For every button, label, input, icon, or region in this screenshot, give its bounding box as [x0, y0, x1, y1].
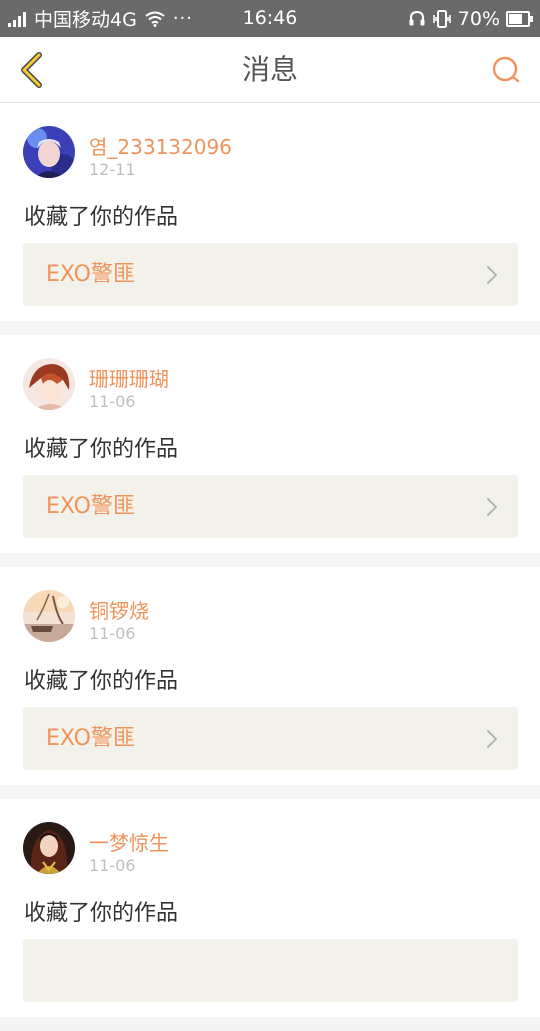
- user-name[interactable]: 铜锣烧: [89, 595, 149, 624]
- message-item[interactable]: 铜锣烧 11-06 收藏了你的作品 EXO警匪: [0, 567, 540, 785]
- message-date: 11-06: [89, 624, 136, 643]
- vibrate-icon: [432, 9, 452, 28]
- message-date: 12-11: [89, 160, 136, 179]
- message-text: 收藏了你的作品: [24, 669, 179, 694]
- message-list: 염_233132096 12-11 收藏了你的作品 EXO警匪 珊珊珊瑚 11-…: [0, 103, 540, 1031]
- work-link[interactable]: [23, 939, 518, 1002]
- search-icon: [492, 56, 520, 83]
- back-button[interactable]: [12, 50, 52, 90]
- chevron-right-icon: [487, 266, 498, 284]
- user-name[interactable]: 珊珊珊瑚: [89, 363, 169, 392]
- avatar[interactable]: [23, 358, 75, 410]
- message-date: 11-06: [89, 392, 136, 411]
- work-title: EXO警匪: [46, 494, 135, 519]
- avatar[interactable]: [23, 822, 75, 874]
- chevron-right-icon: [487, 730, 498, 748]
- chevron-right-icon: [487, 498, 498, 516]
- message-item[interactable]: 珊珊珊瑚 11-06 收藏了你的作品 EXO警匪: [0, 335, 540, 553]
- headset-icon: [408, 10, 426, 28]
- message-item[interactable]: 一梦惊生 11-06 收藏了你的作品: [0, 799, 540, 1017]
- work-link[interactable]: EXO警匪: [23, 475, 518, 538]
- battery-level: [509, 13, 522, 24]
- message-date: 11-06: [89, 856, 136, 875]
- search-button[interactable]: [488, 52, 524, 88]
- work-title: EXO警匪: [46, 726, 135, 751]
- avatar[interactable]: [23, 126, 75, 178]
- avatar[interactable]: [23, 590, 75, 642]
- user-name[interactable]: 一梦惊生: [89, 827, 169, 856]
- work-link[interactable]: EXO警匪: [23, 243, 518, 306]
- status-bar: 中国移动4G ··· 16:46 70%: [0, 0, 540, 37]
- status-right: 70%: [408, 0, 533, 37]
- page-title: 消息: [241, 53, 298, 86]
- battery-icon: [506, 10, 533, 27]
- work-title: EXO警匪: [46, 262, 135, 287]
- message-text: 收藏了你的作品: [24, 437, 179, 462]
- user-name[interactable]: 염_233132096: [89, 131, 232, 160]
- message-text: 收藏了你的作品: [24, 205, 179, 230]
- battery-percentage: 70%: [457, 7, 500, 30]
- nav-bar: 消息: [0, 37, 540, 103]
- message-text: 收藏了你的作品: [24, 901, 179, 926]
- work-link[interactable]: EXO警匪: [23, 707, 518, 770]
- chevron-left-icon: [21, 52, 42, 88]
- message-item[interactable]: 염_233132096 12-11 收藏了你的作品 EXO警匪: [0, 103, 540, 321]
